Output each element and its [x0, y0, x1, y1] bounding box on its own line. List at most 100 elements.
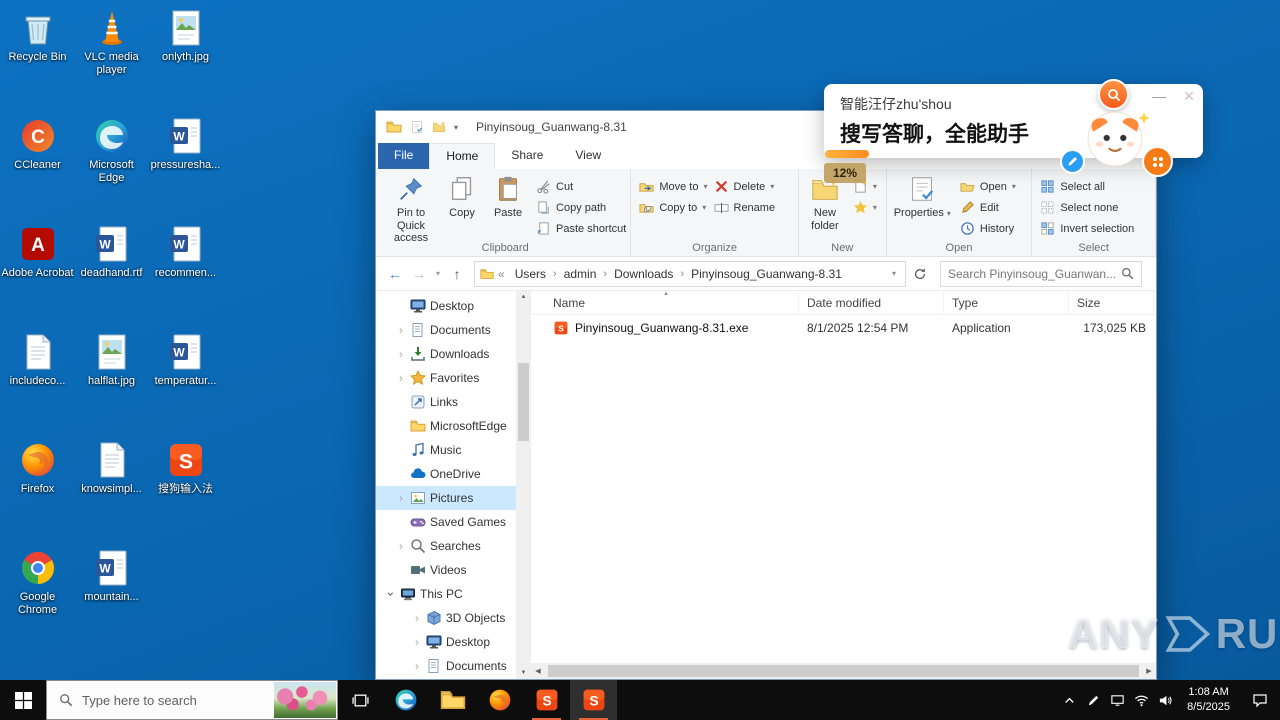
assistant-apps-icon[interactable]	[1142, 146, 1173, 177]
tray-volume-button[interactable]	[1153, 680, 1177, 720]
nav-favorites-3[interactable]: › Favorites	[376, 366, 516, 390]
nav-saved-games-9[interactable]: Saved Games	[376, 510, 516, 534]
assistant-search-icon[interactable]	[1098, 79, 1129, 110]
column-header-size[interactable]: Size	[1069, 291, 1154, 314]
taskbar-app-sogou-installer-2[interactable]: S	[570, 680, 617, 720]
qat-properties-icon[interactable]	[410, 120, 424, 134]
ribbon-invert-selection-button[interactable]: Invert selection	[1040, 220, 1134, 237]
close-button[interactable]: ✕	[1180, 88, 1198, 105]
ribbon-copy-path-button[interactable]: Copy path	[536, 199, 626, 216]
desktop-icon-vlc-media-player[interactable]: VLC media player	[75, 6, 148, 77]
tray-pen-button[interactable]	[1081, 680, 1105, 720]
desktop-icon-temperatur[interactable]: Wtemperatur...	[149, 330, 222, 388]
nav-onedrive-7[interactable]: OneDrive	[376, 462, 516, 486]
nav-documents-15[interactable]: › Documents	[376, 654, 516, 678]
crumb-downloads[interactable]: Downloads	[608, 264, 679, 284]
nav-links-4[interactable]: Links	[376, 390, 516, 414]
minimize-button[interactable]: —	[1150, 88, 1168, 104]
nav-scrollbar-thumb[interactable]	[518, 363, 529, 441]
desktop-icon-adobe-acrobat[interactable]: A Adobe Acrobat	[1, 222, 74, 280]
nav-desktop-0[interactable]: Desktop	[376, 294, 516, 318]
tab-view[interactable]: View	[559, 143, 617, 169]
explorer-search-box[interactable]: Search Pinyinsoug_Guanwan...	[940, 260, 1142, 287]
desktop-icon-microsoft-edge[interactable]: Microsoft Edge	[75, 114, 148, 185]
ribbon-select-none-button[interactable]: Select none	[1040, 199, 1134, 216]
scroll-right-arrow[interactable]: ▶	[1142, 667, 1156, 675]
tab-share[interactable]: Share	[495, 143, 559, 169]
ribbon-paste-shortcut-button[interactable]: Paste shortcut	[536, 220, 626, 237]
crumb-pinyinsoug-guanwang-8-31[interactable]: Pinyinsoug_Guanwang-8.31	[685, 264, 848, 284]
nav-this-pc-12[interactable]: › This PC	[376, 582, 516, 606]
assistant-mascot[interactable]	[1086, 110, 1144, 168]
qat-customize-caret[interactable]: ▾	[454, 123, 458, 132]
start-button[interactable]	[0, 680, 46, 720]
task-view-button[interactable]	[338, 680, 382, 720]
horizontal-scrollbar[interactable]: ◀ ▶	[531, 663, 1156, 679]
desktop-icon-ccleaner[interactable]: C CCleaner	[1, 114, 74, 172]
taskbar-app-firefox[interactable]	[476, 680, 523, 720]
nav-microsoftedge-5[interactable]: MicrosoftEdge	[376, 414, 516, 438]
ribbon-edit-button[interactable]: Edit	[960, 199, 1016, 216]
scroll-left-arrow[interactable]: ◀	[531, 667, 545, 675]
tab-file[interactable]: File	[378, 143, 430, 169]
tray-monitor-button[interactable]	[1105, 680, 1129, 720]
file-row[interactable]: S Pinyinsoug_Guanwang-8.31.exe 8/1/2025 12…	[531, 315, 1156, 341]
desktop-icon-deadhand-rtf[interactable]: Wdeadhand.rtf	[75, 222, 148, 280]
horizontal-scrollbar-thumb[interactable]	[548, 665, 1139, 677]
taskbar-search[interactable]: Type here to search	[46, 680, 338, 720]
ribbon-delete-button[interactable]: Delete ▾	[714, 178, 776, 195]
tray-trayup-button[interactable]	[1057, 680, 1081, 720]
column-header-date-modified[interactable]: Date modified	[799, 291, 944, 314]
nav-downloads-2[interactable]: › Downloads	[376, 342, 516, 366]
forward-button[interactable]: →	[408, 263, 430, 285]
ribbon-rename-button[interactable]: Rename	[713, 199, 775, 216]
ribbon-paste-button[interactable]: Paste	[486, 172, 530, 240]
desktop-icon-google-chrome[interactable]: Google Chrome	[1, 546, 74, 617]
ribbon-cut-button[interactable]: Cut	[536, 178, 626, 195]
up-button[interactable]: ↑	[446, 263, 468, 285]
recent-locations-caret[interactable]: ▾	[432, 269, 444, 278]
tray-network-button[interactable]	[1129, 680, 1153, 720]
ribbon-copy-to-button[interactable]: Copy to ▾	[639, 199, 707, 216]
crumb-overflow[interactable]: «	[495, 267, 508, 281]
tab-home[interactable]: Home	[429, 143, 496, 169]
ribbon-move-to-button[interactable]: Move to ▾	[639, 178, 708, 195]
scroll-down-arrow[interactable]: ▼	[516, 667, 531, 679]
desktop-icon-includeco[interactable]: includeco...	[1, 330, 74, 388]
nav-videos-11[interactable]: Videos	[376, 558, 516, 582]
taskbar-app-file-explorer[interactable]	[429, 680, 476, 720]
desktop-icon-mountain[interactable]: Wmountain...	[75, 546, 148, 604]
address-dropdown-caret[interactable]: ▾	[888, 269, 900, 278]
search-highlight-image[interactable]	[274, 682, 336, 718]
nav-desktop-14[interactable]: › Desktop	[376, 630, 516, 654]
taskbar-app-edge[interactable]	[382, 680, 429, 720]
nav-3d-objects-13[interactable]: › 3D Objects	[376, 606, 516, 630]
ribbon-copy-button[interactable]: Copy	[440, 172, 484, 240]
nav-music-6[interactable]: Music	[376, 438, 516, 462]
address-bar[interactable]: «Users › admin › Downloads › Pinyinsoug_Guanwa…	[474, 260, 906, 287]
desktop-icon-sogou-input[interactable]: S 搜狗输入法	[149, 438, 222, 496]
column-header-type[interactable]: Type	[944, 291, 1069, 314]
desktop-icon-knowsimpl[interactable]: knowsimpl...	[75, 438, 148, 496]
taskbar-clock[interactable]: 1:08 AM 8/5/2025	[1177, 685, 1240, 715]
refresh-button[interactable]	[908, 262, 932, 286]
desktop-icon-recommen[interactable]: Wrecommen...	[149, 222, 222, 280]
ribbon-history-button[interactable]: History	[960, 220, 1016, 237]
crumb-users[interactable]: Users	[509, 264, 552, 284]
ribbon-pin-to-quick-access-button[interactable]: Pin to Quick access	[384, 172, 438, 244]
taskbar-app-sogou-installer[interactable]: S	[523, 680, 570, 720]
desktop-icon-recycle-bin[interactable]: Recycle Bin	[1, 6, 74, 64]
nav-documents-1[interactable]: › Documents	[376, 318, 516, 342]
back-button[interactable]: ←	[384, 263, 406, 285]
desktop-icon-pressuresha[interactable]: Wpressuresha...	[149, 114, 222, 172]
desktop-icon-onlyth-jpg[interactable]: onlyth.jpg	[149, 6, 222, 64]
nav-searches-10[interactable]: › Searches	[376, 534, 516, 558]
scroll-up-arrow[interactable]: ▲	[516, 291, 531, 303]
action-center-button[interactable]	[1240, 680, 1280, 720]
desktop-icon-firefox[interactable]: Firefox	[1, 438, 74, 496]
nav-scrollbar[interactable]: ▲ ▼	[516, 291, 531, 679]
assistant-pen-icon[interactable]	[1060, 149, 1085, 174]
crumb-admin[interactable]: admin	[558, 264, 603, 284]
nav-pictures-8[interactable]: › Pictures	[376, 486, 516, 510]
qat-newfolder-icon[interactable]	[432, 120, 446, 134]
